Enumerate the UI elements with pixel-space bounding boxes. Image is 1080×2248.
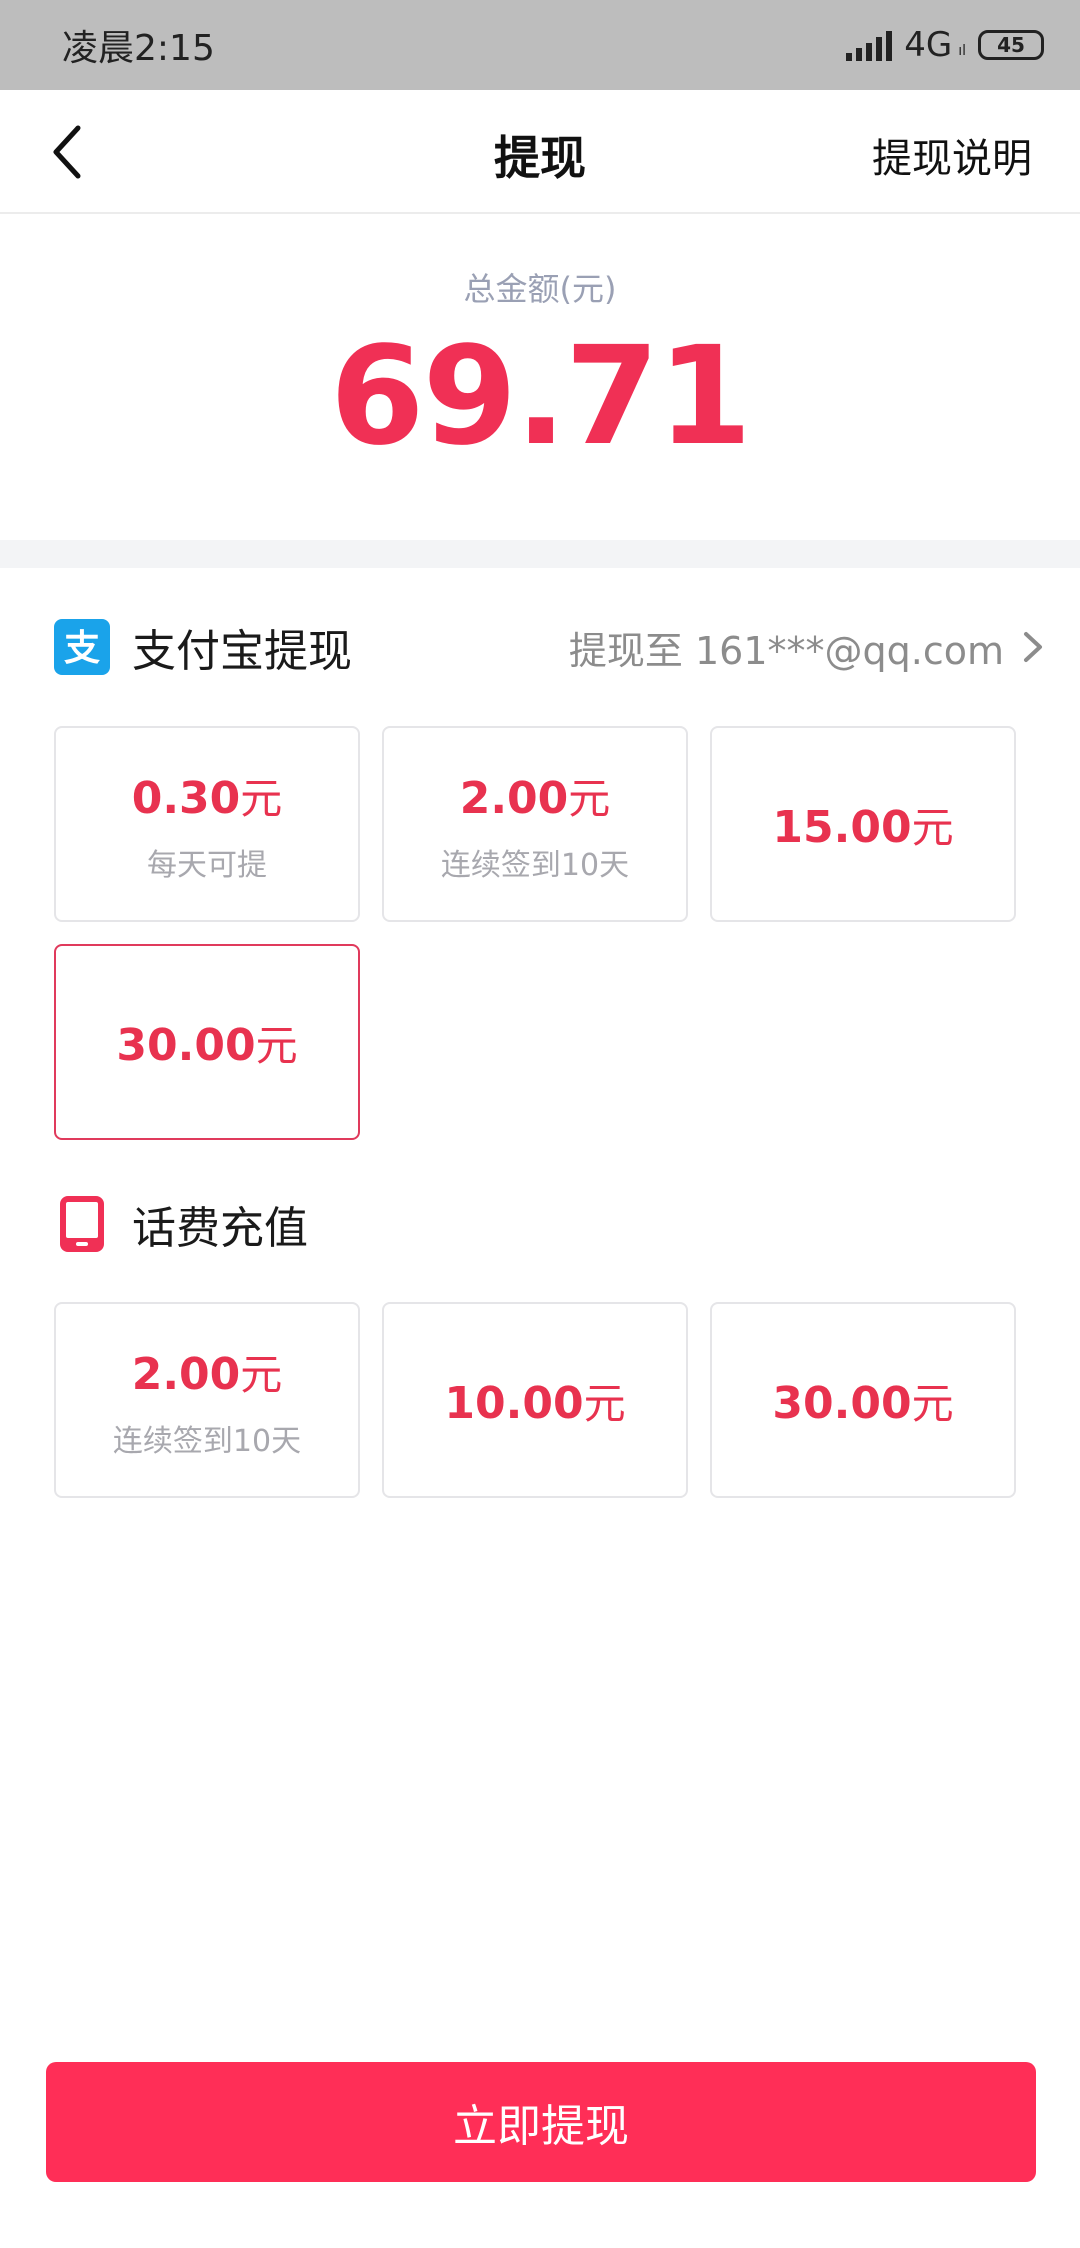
phone-option-card[interactable]: 30.00元 xyxy=(710,1302,1016,1498)
alipay-option-card[interactable]: 15.00元 xyxy=(710,726,1016,922)
svg-text:支: 支 xyxy=(64,628,100,669)
status-time: 凌晨2:15 xyxy=(62,28,215,69)
option-amount: 15.00元 xyxy=(772,801,954,853)
option-amount: 2.00元 xyxy=(459,772,611,824)
nav-header: 提现 提现说明 xyxy=(0,90,1080,214)
withdraw-now-button[interactable]: 立即提现 xyxy=(46,2062,1036,2182)
option-note: 连续签到10天 xyxy=(112,1423,302,1459)
alipay-section-title: 支付宝提现 xyxy=(132,626,352,677)
phone-section-header: 话费充值 xyxy=(54,1192,1044,1256)
option-note: 连续签到10天 xyxy=(440,847,630,883)
phone-section-title: 话费充值 xyxy=(132,1203,308,1254)
alipay-option-card[interactable]: 0.30元 每天可提 xyxy=(54,726,360,922)
alipay-option-card-selected[interactable]: 30.00元 xyxy=(54,944,360,1140)
option-amount: 10.00元 xyxy=(444,1377,626,1429)
option-amount: 2.00元 xyxy=(131,1348,283,1400)
status-indicators: 4G ıl 45 xyxy=(846,25,1044,65)
network-type: 4G xyxy=(904,25,953,65)
network-activity-icon: ıl xyxy=(958,43,966,59)
option-amount: 30.00元 xyxy=(772,1377,954,1429)
alipay-section-header: 支 支付宝提现 提现至 161***@qq.com xyxy=(54,615,1044,679)
total-amount-value: 69.71 xyxy=(329,318,752,476)
phone-option-card[interactable]: 10.00元 xyxy=(382,1302,688,1498)
alipay-option-card[interactable]: 2.00元 连续签到10天 xyxy=(382,726,688,922)
battery-level: 45 xyxy=(997,33,1025,57)
chevron-right-icon xyxy=(1024,632,1042,662)
withdraw-instructions-link[interactable]: 提现说明 xyxy=(872,126,1032,184)
battery-icon: 45 xyxy=(978,30,1044,60)
status-bar: 凌晨2:15 4G ıl 45 xyxy=(0,0,1080,90)
alipay-account-selector[interactable]: 提现至 161***@qq.com xyxy=(569,620,1044,675)
withdraw-page: 凌晨2:15 4G ıl 45 提现 提现说明 总金额(元) 69.71 支 支… xyxy=(0,0,1080,2248)
total-amount-label: 总金额(元) xyxy=(463,270,617,308)
alipay-icon: 支 xyxy=(54,619,110,675)
option-amount: 30.00元 xyxy=(116,1019,298,1071)
option-note: 每天可提 xyxy=(147,847,267,883)
phone-icon xyxy=(60,1196,104,1252)
alipay-target-account: 提现至 161***@qq.com xyxy=(568,628,1004,673)
signal-icon xyxy=(846,29,893,61)
phone-option-card[interactable]: 2.00元 连续签到10天 xyxy=(54,1302,360,1498)
section-divider xyxy=(0,540,1080,568)
option-amount: 0.30元 xyxy=(131,772,283,824)
